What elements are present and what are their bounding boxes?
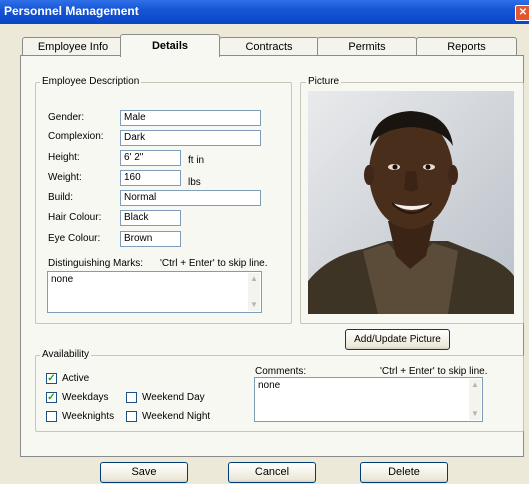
tab-reports[interactable]: Reports [416, 37, 517, 56]
add-update-picture-button[interactable]: Add/Update Picture [345, 329, 450, 350]
eye-colour-label: Eye Colour: [48, 233, 101, 244]
check-icon: ✓ [47, 373, 56, 384]
distinguishing-marks-hint: 'Ctrl + Enter' to skip line. [160, 258, 268, 269]
scroll-up-icon[interactable]: ▲ [248, 273, 260, 285]
tab-permits[interactable]: Permits [317, 37, 417, 56]
weekend-night-checkbox[interactable] [126, 411, 137, 422]
marks-scrollbar[interactable]: ▲ ▼ [248, 273, 260, 311]
employee-photo [308, 91, 514, 314]
close-icon[interactable]: ✕ [515, 5, 529, 21]
gender-label: Gender: [48, 112, 85, 123]
tab-employee-info[interactable]: Employee Info [22, 37, 124, 56]
delete-button[interactable]: Delete [360, 462, 448, 483]
active-label: Active [62, 373, 90, 384]
weight-field[interactable]: 160 [120, 170, 181, 186]
save-button[interactable]: Save [100, 462, 188, 483]
weekend-day-label: Weekend Day [142, 392, 205, 403]
distinguishing-marks-field[interactable]: none ▲ ▼ [47, 271, 262, 313]
employee-description-legend: Employee Description [40, 76, 142, 87]
weeknights-label: Weeknights [62, 411, 115, 422]
window: Personnel Management ✕ Employee Info Det… [0, 0, 529, 484]
check-icon: ✓ [47, 392, 56, 403]
window-title: Personnel Management [4, 4, 139, 18]
hair-colour-field[interactable]: Black [120, 210, 181, 226]
weekdays-checkbox[interactable]: ✓ [46, 392, 57, 403]
height-label: Height: [48, 152, 80, 163]
active-checkbox[interactable]: ✓ [46, 373, 57, 384]
height-field[interactable]: 6' 2" [120, 150, 181, 166]
weekend-night-label: Weekend Night [142, 411, 211, 422]
build-field[interactable]: Normal [120, 190, 261, 206]
scroll-down-icon[interactable]: ▼ [248, 299, 260, 311]
weekdays-label: Weekdays [62, 392, 109, 403]
complexion-label: Complexion: [48, 131, 104, 142]
gender-field[interactable]: Male [120, 110, 261, 126]
cancel-button[interactable]: Cancel [228, 462, 316, 483]
distinguishing-marks-text: none [51, 274, 74, 285]
scroll-up-icon[interactable]: ▲ [469, 379, 481, 391]
height-unit: ft in [188, 155, 205, 166]
comments-hint: 'Ctrl + Enter' to skip line. [380, 366, 488, 377]
weekend-day-checkbox[interactable] [126, 392, 137, 403]
eye-colour-field[interactable]: Brown [120, 231, 181, 247]
comments-text: none [258, 380, 281, 391]
distinguishing-marks-label: Distinguishing Marks: [48, 258, 144, 269]
complexion-field[interactable]: Dark [120, 130, 261, 146]
tab-details[interactable]: Details [120, 34, 220, 57]
weight-unit: lbs [188, 177, 201, 188]
comments-scrollbar[interactable]: ▲ ▼ [469, 379, 481, 420]
weight-label: Weight: [48, 172, 82, 183]
comments-field[interactable]: none ▲ ▼ [254, 377, 483, 422]
picture-legend: Picture [306, 76, 342, 87]
title-bar[interactable]: Personnel Management ✕ [0, 0, 529, 24]
comments-label: Comments: [255, 366, 307, 377]
build-label: Build: [48, 192, 74, 203]
tab-contracts[interactable]: Contracts [219, 37, 319, 56]
availability-legend: Availability [40, 349, 92, 360]
hair-colour-label: Hair Colour: [48, 212, 102, 223]
scroll-down-icon[interactable]: ▼ [469, 408, 481, 420]
weeknights-checkbox[interactable] [46, 411, 57, 422]
